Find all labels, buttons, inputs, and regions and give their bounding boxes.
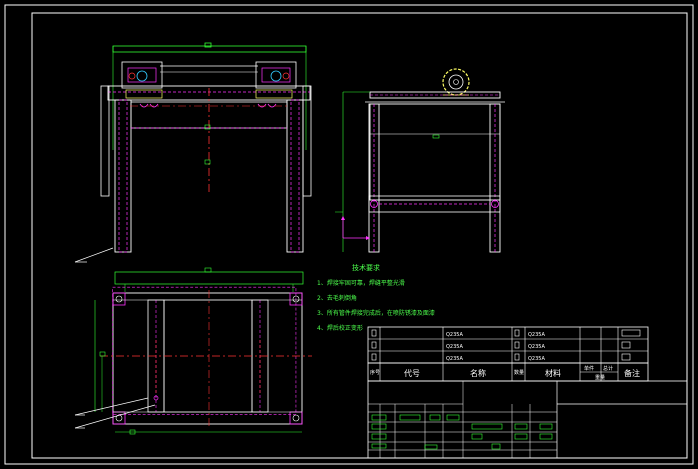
header-weight-total: 总计 xyxy=(603,365,613,372)
tech-note-4: 4、焊后校正变形 xyxy=(317,324,363,332)
header-name: 名称 xyxy=(470,368,486,378)
front-view xyxy=(74,42,312,263)
header-code: 代号 xyxy=(404,368,420,378)
outer-sheet-frame xyxy=(4,4,694,465)
header-weight-single: 单件 xyxy=(584,365,594,372)
part-code-2: Q235A xyxy=(446,344,463,350)
cad-drawing-canvas: 技术要求 1、焊接牢固可靠，焊缝平整光滑 2、去毛刺倒角 3、所有管件焊接完成后… xyxy=(0,0,698,469)
header-qty: 数量 xyxy=(514,369,524,376)
drawing-sheet: 技术要求 1、焊接牢固可靠，焊缝平整光滑 2、去毛刺倒角 3、所有管件焊接完成后… xyxy=(4,4,694,465)
part-code-1: Q235A xyxy=(446,332,463,338)
tech-note-3: 3、所有管件焊接完成后，在喷防锈漆及面漆 xyxy=(317,309,435,317)
tech-notes-title: 技术要求 xyxy=(352,263,380,272)
part-material-3: Q235A xyxy=(528,356,545,362)
front-leg-right xyxy=(286,99,304,253)
sprocket xyxy=(442,68,470,96)
header-seq: 序号 xyxy=(370,369,380,376)
technical-requirements: 技术要求 1、焊接牢固可靠，焊缝平整光滑 2、去毛刺倒角 3、所有管件焊接完成后… xyxy=(317,263,435,332)
front-leg-left xyxy=(114,99,132,253)
header-material: 材料 xyxy=(545,368,561,378)
part-material-1: Q235A xyxy=(528,332,545,338)
top-view xyxy=(74,267,312,435)
header-weight: 重量 xyxy=(595,374,605,381)
header-remark: 备注 xyxy=(624,368,640,378)
title-block: Q235A Q235A Q235A Q235A Q235A Q235A 序号 代… xyxy=(367,326,688,459)
part-code-3: Q235A xyxy=(446,356,463,362)
side-view xyxy=(335,68,505,253)
tech-note-1: 1、焊接牢固可靠，焊缝平整光滑 xyxy=(317,279,405,287)
tech-note-2: 2、去毛刺倒角 xyxy=(317,294,357,302)
part-material-2: Q235A xyxy=(528,344,545,350)
inner-sheet-frame xyxy=(31,12,688,459)
